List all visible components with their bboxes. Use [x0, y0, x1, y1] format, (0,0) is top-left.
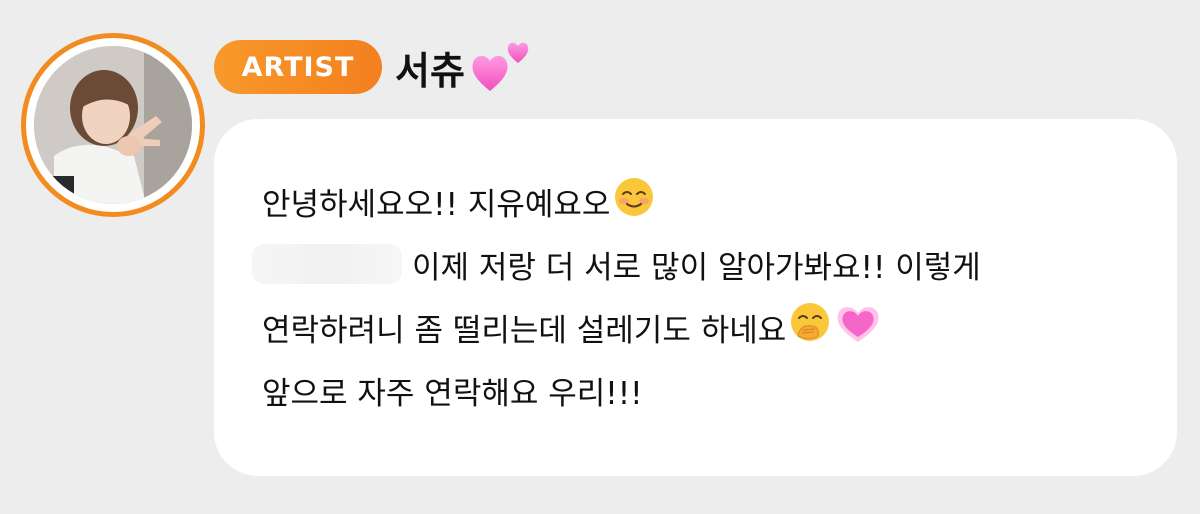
message-text: 연락하려니 좀 떨리는데 설레기도 하네요 [262, 312, 787, 349]
message-line-3: 연락하려니 좀 떨리는데 설레기도 하네요 [262, 302, 880, 352]
hand-over-mouth-icon [790, 302, 832, 352]
sender-name: 서츄 [395, 48, 465, 93]
message-text: 앞으로 자주 연락해요 우리!!! [262, 375, 643, 412]
message-line-1: 안녕하세요오!! 지유예요오 [262, 176, 654, 226]
avatar-ring [26, 38, 200, 212]
message-line-4: 앞으로 자주 연락해요 우리!!! [262, 365, 643, 415]
two-hearts-icon [471, 39, 537, 95]
avatar[interactable] [21, 33, 205, 217]
smiling-blush-icon [614, 177, 654, 225]
avatar-photo-illustration [34, 46, 192, 204]
message-text: 이제 저랑 더 서로 많이 알아가봐요!! 이렇게 [412, 249, 981, 286]
redacted-name-block [252, 244, 402, 284]
message-text: 안녕하세요오!! 지유예요오 [262, 186, 611, 223]
message-line-2: 이제 저랑 더 서로 많이 알아가봐요!! 이렇게 [252, 239, 981, 289]
message-bubble: 안녕하세요오!! 지유예요오 이제 저랑 더 서로 많이 알아가봐요!! 이렇게… [214, 119, 1177, 476]
avatar-photo [34, 46, 192, 204]
artist-badge: ARTIST [214, 40, 382, 94]
growing-heart-icon [836, 302, 880, 352]
sender-name-row: 서츄 [395, 40, 537, 94]
